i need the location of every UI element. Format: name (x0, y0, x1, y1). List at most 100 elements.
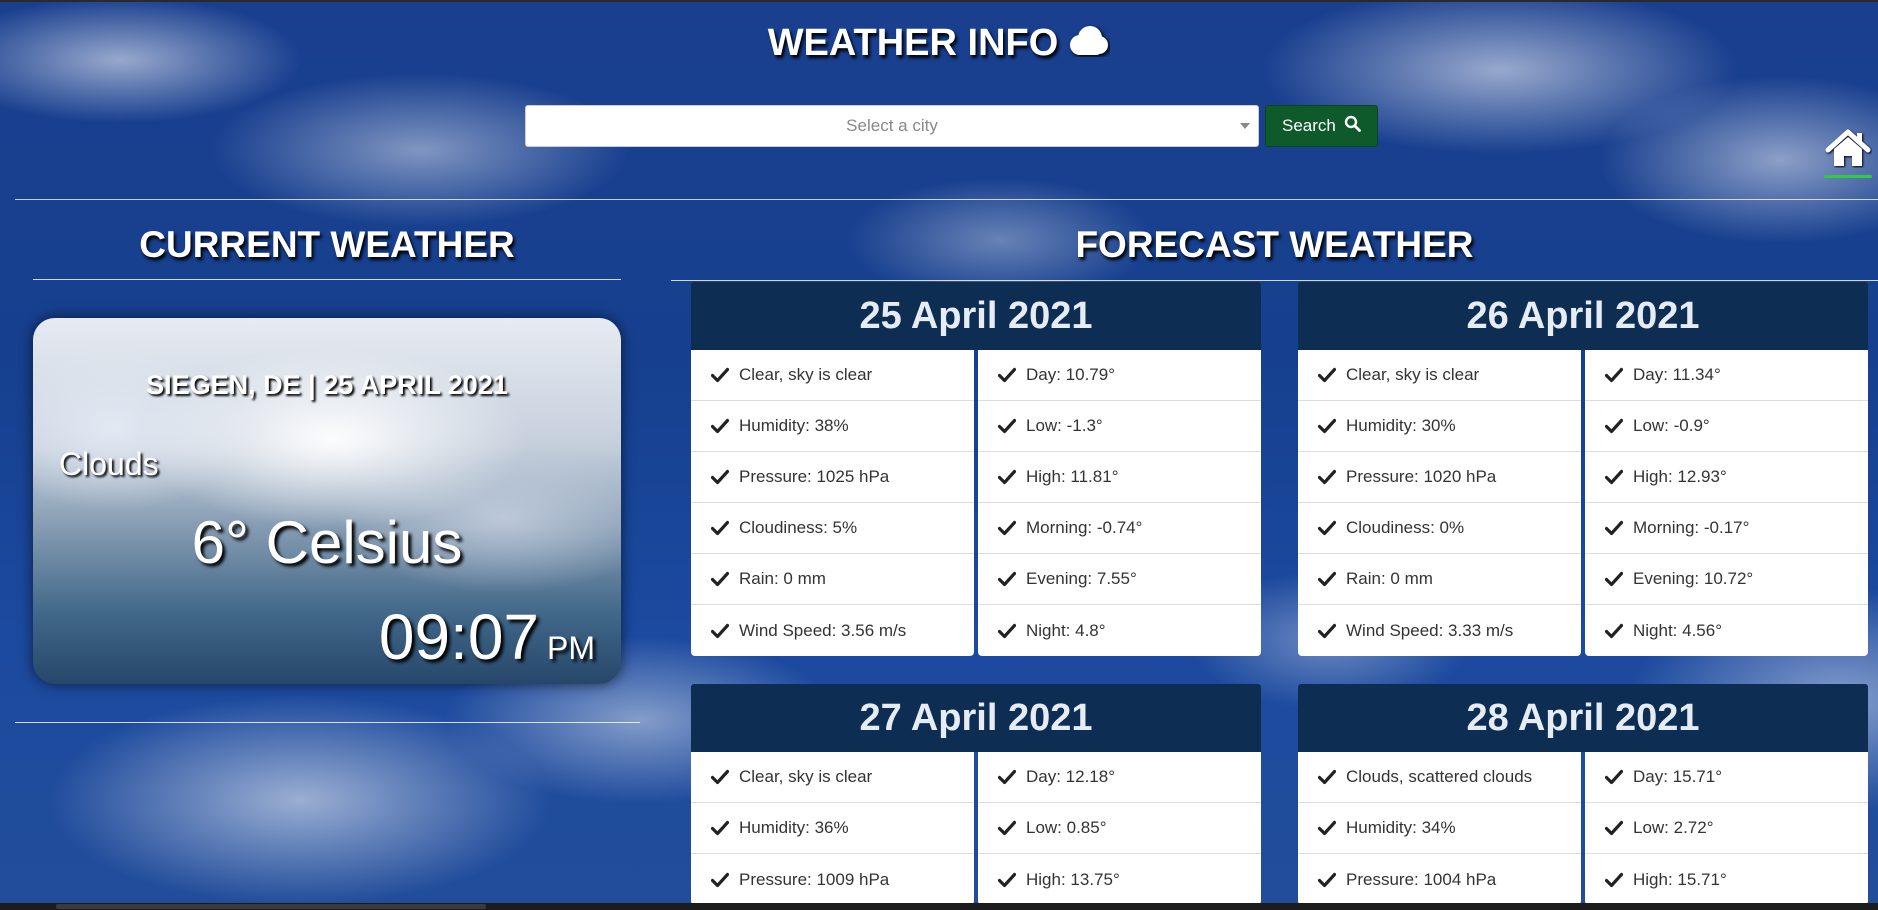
city-select-placeholder: Select a city (846, 116, 938, 135)
current-weather-heading: CURRENT WEATHER (139, 224, 515, 265)
search-bar: Select a city Search (525, 105, 1378, 147)
forecast-row: Clear, sky is clear (1298, 350, 1581, 401)
scrollbar-thumb[interactable] (56, 904, 486, 909)
forecast-row-text: Day: 10.79° (1026, 365, 1116, 384)
forecast-left-column: Clear, sky is clear Humidity: 36% Pressure… (691, 752, 974, 905)
forecast-row-text: Clear, sky is clear (1346, 365, 1480, 384)
current-time-value: 09:07 (378, 601, 539, 673)
forecast-row-text: Morning: -0.74° (1026, 518, 1143, 537)
check-icon (710, 872, 730, 888)
check-icon (997, 469, 1017, 485)
header-divider (15, 199, 1878, 200)
forecast-row-text: High: 12.93° (1633, 467, 1727, 486)
forecast-row-text: Night: 4.56° (1633, 620, 1723, 640)
check-icon (997, 520, 1017, 536)
forecast-card-date: 25 April 2021 (691, 282, 1261, 350)
check-icon (997, 367, 1017, 383)
forecast-row: Rain: 0 mm (1298, 554, 1581, 605)
forecast-row: Pressure: 1009 hPa (691, 854, 974, 905)
forecast-left-column: Clear, sky is clear Humidity: 30% Pressure… (1298, 350, 1581, 656)
check-icon (1604, 769, 1624, 785)
app-title-text: WEATHER INFO (767, 22, 1059, 64)
search-button[interactable]: Search (1265, 105, 1378, 147)
forecast-row-text: Low: 2.72° (1633, 818, 1714, 837)
check-icon (1317, 872, 1337, 888)
forecast-row-text: Clear, sky is clear (739, 365, 873, 384)
forecast-row-text: Humidity: 36% (739, 818, 849, 837)
check-icon (710, 769, 730, 785)
forecast-left-column: Clear, sky is clear Humidity: 38% Pressure… (691, 350, 974, 656)
forecast-row: Night: 4.8° (978, 605, 1261, 656)
forecast-row: Evening: 7.55° (978, 554, 1261, 605)
check-icon (710, 520, 730, 536)
forecast-row: High: 15.71° (1585, 854, 1868, 905)
forecast-row: Pressure: 1020 hPa (1298, 452, 1581, 503)
forecast-row-text: Rain: 0 mm (739, 569, 826, 588)
check-icon (710, 820, 730, 836)
chevron-down-icon[interactable] (1240, 123, 1250, 129)
forecast-row-text: Day: 11.34° (1633, 365, 1721, 384)
forecast-card: 28 April 2021 Clouds, scattered clouds Hum… (1298, 684, 1868, 905)
check-icon (710, 623, 730, 639)
check-icon (1317, 820, 1337, 836)
check-icon (1317, 520, 1337, 536)
current-weather-divider (33, 279, 621, 280)
check-icon (997, 418, 1017, 434)
forecast-row-text: Pressure: 1025 hPa (739, 467, 890, 486)
home-icon[interactable] (1824, 129, 1872, 172)
forecast-row: Wind Speed: 3.33 m/s (1298, 605, 1581, 656)
forecast-row-text: Evening: 10.72° (1633, 569, 1754, 588)
home-link[interactable] (1824, 128, 1872, 178)
check-icon (1604, 367, 1624, 383)
forecast-row: Humidity: 34% (1298, 803, 1581, 854)
forecast-weather-divider (671, 280, 1878, 281)
current-weather-bottom-divider (15, 722, 640, 723)
forecast-weather-heading: FORECAST WEATHER (1075, 224, 1474, 265)
forecast-row-text: Night: 4.8° (1026, 620, 1106, 640)
check-icon (1317, 623, 1337, 639)
forecast-row-text: Humidity: 38% (739, 416, 849, 435)
forecast-row: Pressure: 1025 hPa (691, 452, 974, 503)
forecast-row: Rain: 0 mm (691, 554, 974, 605)
forecast-row-text: Low: 0.85° (1026, 818, 1107, 837)
horizontal-scrollbar[interactable] (0, 903, 1878, 910)
check-icon (1317, 367, 1337, 383)
forecast-row-text: Clouds, scattered clouds (1346, 767, 1533, 786)
search-icon (1344, 115, 1361, 137)
forecast-row: Low: 2.72° (1585, 803, 1868, 854)
current-location-date: SIEGEN, DE | 25 APRIL 2021 (146, 370, 508, 400)
current-time: 09:07 PM (379, 600, 595, 674)
forecast-right-column: Day: 11.34° Low: -0.9° High: 12.93° Morning… (1585, 350, 1868, 656)
forecast-card-date: 27 April 2021 (691, 684, 1261, 752)
forecast-right-column: Day: 12.18° Low: 0.85° High: 13.75° (978, 752, 1261, 905)
forecast-card-body: Clear, sky is clear Humidity: 30% Pressure… (1298, 350, 1868, 656)
check-icon (1317, 418, 1337, 434)
forecast-row: Humidity: 30% (1298, 401, 1581, 452)
forecast-card-body: Clouds, scattered clouds Humidity: 34% Pre… (1298, 752, 1868, 905)
forecast-row: Cloudiness: 5% (691, 503, 974, 554)
forecast-row: Humidity: 36% (691, 803, 974, 854)
forecast-row-text: Wind Speed: 3.33 m/s (1346, 620, 1514, 640)
check-icon (1604, 623, 1624, 639)
forecast-row: Day: 10.79° (978, 350, 1261, 401)
forecast-row-text: Pressure: 1004 hPa (1346, 869, 1497, 889)
forecast-row-text: Clear, sky is clear (739, 767, 873, 786)
search-button-label: Search (1282, 116, 1336, 135)
window-top-border (0, 0, 1878, 2)
forecast-row-text: Day: 12.18° (1026, 767, 1116, 786)
forecast-row: High: 11.81° (978, 452, 1261, 503)
forecast-row: Pressure: 1004 hPa (1298, 854, 1581, 905)
current-weather-card: SIEGEN, DE | 25 APRIL 2021 Clouds 6° Cel… (33, 318, 621, 684)
forecast-row: Morning: -0.17° (1585, 503, 1868, 554)
forecast-row: Day: 12.18° (978, 752, 1261, 803)
check-icon (1604, 571, 1624, 587)
forecast-right-column: Day: 15.71° Low: 2.72° High: 15.71° (1585, 752, 1868, 905)
forecast-row-text: Rain: 0 mm (1346, 569, 1433, 588)
forecast-row: Day: 15.71° (1585, 752, 1868, 803)
forecast-row-text: Humidity: 30% (1346, 416, 1456, 435)
check-icon (1317, 769, 1337, 785)
check-icon (997, 820, 1017, 836)
check-icon (1604, 820, 1624, 836)
forecast-row-text: High: 15.71° (1633, 869, 1727, 889)
city-select[interactable]: Select a city (525, 105, 1259, 147)
